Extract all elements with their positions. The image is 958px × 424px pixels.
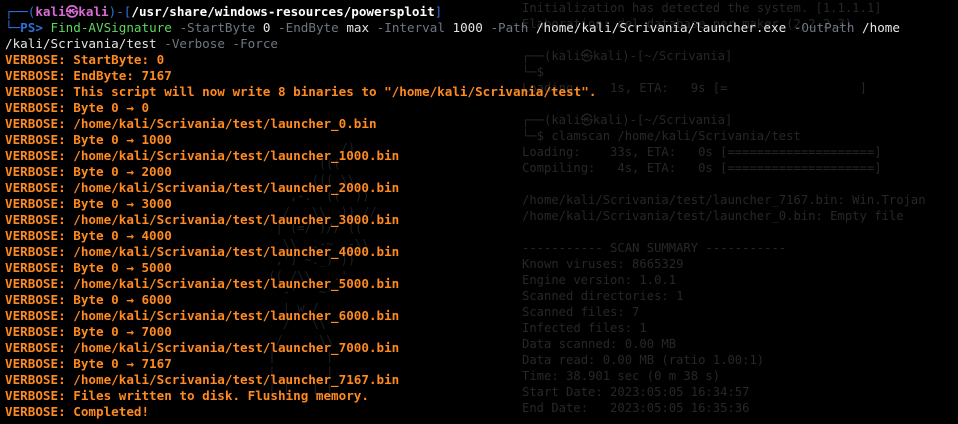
command-parameter: -Force	[232, 36, 279, 51]
prompt-host: kali	[78, 4, 109, 19]
command-argument: /home/kali/Scrivania/launcher.exe	[535, 20, 787, 35]
output-line: VERBOSE: /home/kali/Scrivania/test/launc…	[5, 308, 400, 323]
output-line: VERBOSE: EndByte: 7167	[5, 68, 172, 83]
command-continuation-line: /kali/Scrivania/test -Verbose -Force	[5, 36, 955, 52]
command-parameter: -Verbose	[164, 36, 225, 51]
command-argument: /home	[862, 20, 900, 35]
output-line: VERBOSE: Byte 0 → 4000	[5, 228, 172, 243]
output-line: VERBOSE: Byte 0 → 6000	[5, 292, 172, 307]
prompt-user: kali	[35, 4, 66, 19]
output-line: VERBOSE: /home/kali/Scrivania/test/launc…	[5, 180, 400, 195]
prompt-frame-mid: )-[	[108, 4, 132, 19]
output-line: VERBOSE: Byte 0 → 0	[5, 100, 150, 115]
prompt-frame-open: ┌──(	[5, 4, 36, 19]
command-parameter: -StartByte	[179, 20, 256, 35]
output-line: VERBOSE: Completed!	[5, 404, 150, 419]
terminal-content: ┌──(kali㉿kali)-[/usr/share/windows-resou…	[5, 4, 955, 420]
output-line: VERBOSE: Byte 0 → 2000	[5, 164, 172, 179]
prompt-line-top: ┌──(kali㉿kali)-[/usr/share/windows-resou…	[5, 4, 955, 20]
command-argument: 1000	[452, 20, 483, 35]
output-line: VERBOSE: /home/kali/Scrivania/test/launc…	[5, 212, 400, 227]
command-parameter: -EndByte	[278, 20, 339, 35]
command-parameter: -Interval	[376, 20, 445, 35]
output-line: VERBOSE: /home/kali/Scrivania/test/launc…	[5, 276, 400, 291]
prompt-cwd: /usr/share/windows-resources/powersploit	[131, 4, 435, 19]
output-line: VERBOSE: Files written to disk. Flushing…	[5, 388, 369, 403]
prompt-frame-close: ]	[434, 4, 443, 19]
command-parameter: -Path	[490, 20, 529, 35]
output-line: VERBOSE: /home/kali/Scrivania/test/launc…	[5, 372, 400, 387]
output-line: VERBOSE: StartByte: 0	[5, 52, 165, 67]
output-line: VERBOSE: Byte 0 → 7167	[5, 356, 172, 371]
command-output: VERBOSE: StartByte: 0 VERBOSE: EndByte: 7…	[5, 52, 955, 420]
command-argument: 0	[262, 20, 271, 35]
command-argument: /kali/Scrivania/test	[5, 36, 157, 51]
output-line: VERBOSE: /home/kali/Scrivania/test/launc…	[5, 244, 400, 259]
ps-prompt-label: PS>	[20, 20, 43, 35]
output-line: VERBOSE: /home/kali/Scrivania/test/launc…	[5, 340, 400, 355]
command-parameter: -OutPath	[793, 20, 855, 35]
output-line: VERBOSE: This script will now write 8 bi…	[5, 84, 597, 99]
output-line: VERBOSE: Byte 0 → 3000	[5, 196, 172, 211]
output-line: VERBOSE: Byte 0 → 1000	[5, 132, 172, 147]
command-arguments: -StartByte 0 -EndByte max -Interval 1000…	[172, 20, 900, 35]
command-line: └─PS> Find-AVSignature -StartByte 0 -End…	[5, 20, 955, 36]
prompt-at-symbol: ㉿	[65, 4, 79, 19]
command-name: Find-AVSignature	[50, 20, 172, 35]
terminal-window[interactable]: Initialization has detected the system. …	[0, 0, 958, 424]
output-line: VERBOSE: Byte 0 → 7000	[5, 324, 172, 339]
output-line: VERBOSE: /home/kali/Scrivania/test/launc…	[5, 148, 400, 163]
prompt-frame-bottom: └─	[5, 20, 21, 35]
output-line: VERBOSE: Byte 0 → 5000	[5, 260, 172, 275]
command-argument: max	[346, 20, 370, 35]
output-line: VERBOSE: /home/kali/Scrivania/test/launc…	[5, 116, 377, 131]
